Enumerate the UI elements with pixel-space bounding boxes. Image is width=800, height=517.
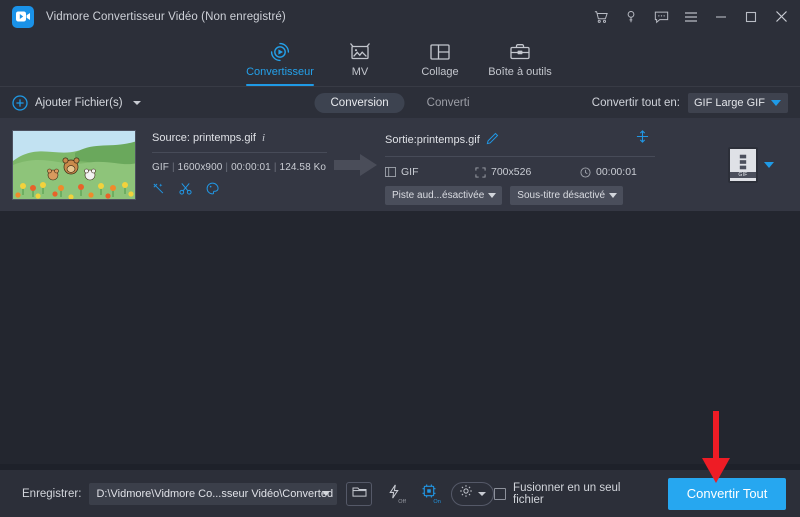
- save-path-label: Enregistrer:: [22, 487, 82, 500]
- source-actions: [152, 182, 327, 195]
- format-thumbnail[interactable]: GIF: [728, 146, 758, 183]
- gear-icon: [459, 484, 473, 503]
- output-filename: Sortie:printemps.gif: [385, 132, 655, 148]
- merge-label: Fusionner en un seul fichier: [513, 481, 621, 506]
- source-column: Source: printemps.gif i GIF | 1600x900 | 00:…: [152, 118, 327, 211]
- convert-all-format-select[interactable]: GIF Large GIF: [688, 92, 788, 113]
- divider: [152, 152, 327, 153]
- tab-convertisseur[interactable]: Convertisseur: [240, 33, 320, 86]
- source-resolution: 1600x900: [177, 162, 223, 173]
- main-nav: Convertisseur MV Collage Boîte à outils: [0, 33, 800, 86]
- merge-checkbox[interactable]: [494, 487, 507, 500]
- window-controls: [586, 0, 800, 33]
- output-format-item: GIF: [385, 166, 475, 178]
- source-filename: Source: printemps.gif i: [152, 132, 327, 144]
- info-icon[interactable]: i: [262, 132, 265, 144]
- window-title: Vidmore Convertisseur Vidéo (Non enregis…: [46, 10, 286, 23]
- close-icon[interactable]: [766, 0, 800, 33]
- chevron-down-icon: [478, 491, 487, 496]
- gpu-state-label: On: [433, 498, 442, 505]
- output-format-preview: GIF: [728, 146, 788, 183]
- convert-all-button[interactable]: Convertir Tout: [668, 477, 786, 510]
- pencil-icon[interactable]: [486, 132, 499, 148]
- convert-all-control: Convertir tout en: GIF Large GIF: [591, 92, 788, 113]
- save-path-value: D:\Vidmore\Vidmore Co...sseur Vidéo\Conv…: [96, 487, 334, 500]
- menu-icon[interactable]: [676, 0, 706, 33]
- output-selects: Piste aud...ésactivée Sous-titre désacti…: [385, 186, 655, 205]
- chevron-down-icon: [609, 193, 618, 198]
- tab-label: MV: [351, 66, 369, 78]
- convert-circle-icon: [269, 41, 291, 63]
- bottom-bar: Enregistrer: D:\Vidmore\Vidmore Co...sse…: [0, 470, 800, 517]
- output-column: Sortie:printemps.gif GIF 700x526 00:00:0…: [385, 118, 655, 211]
- tab-label: Boîte à outils: [488, 66, 552, 78]
- picture-frame-icon: [349, 41, 371, 63]
- maximize-icon[interactable]: [736, 0, 766, 33]
- output-meta: GIF 700x526 00:00:01: [385, 166, 655, 178]
- add-files-label: Ajouter Fichier(s): [35, 96, 123, 109]
- add-files-button[interactable]: Ajouter Fichier(s): [12, 94, 141, 111]
- tab-conversion[interactable]: Conversion: [314, 92, 405, 113]
- source-meta: GIF | 1600x900 | 00:00:01 | 124.58 Ko: [152, 162, 327, 173]
- magic-wand-icon[interactable]: [152, 182, 165, 195]
- tab-label: Collage: [421, 66, 459, 78]
- audio-track-select[interactable]: Piste aud...ésactivée: [385, 186, 503, 205]
- output-format: GIF: [401, 166, 419, 178]
- action-toolbar: Ajouter Fichier(s) Conversion Converti C…: [0, 86, 800, 118]
- output-duration: 00:00:01: [596, 166, 637, 178]
- minimize-icon[interactable]: [706, 0, 736, 33]
- tab-converti[interactable]: Converti: [411, 93, 486, 113]
- cart-icon[interactable]: [586, 0, 616, 33]
- key-icon[interactable]: [616, 0, 646, 33]
- palette-icon[interactable]: [206, 182, 219, 195]
- output-resolution: 700x526: [491, 166, 532, 178]
- title-bar: Vidmore Convertisseur Vidéo (Non enregis…: [0, 0, 800, 33]
- save-path-input[interactable]: D:\Vidmore\Vidmore Co...sseur Vidéo\Conv…: [89, 482, 338, 505]
- conversion-arrow-icon: [327, 152, 385, 178]
- output-resolution-item: 700x526: [475, 166, 580, 178]
- tab-mv[interactable]: MV: [320, 33, 400, 86]
- tab-collage[interactable]: Collage: [400, 33, 480, 86]
- settings-button[interactable]: [451, 481, 495, 506]
- output-filename-label: Sortie:printemps.gif: [385, 134, 480, 146]
- format-badge: GIF: [730, 171, 756, 178]
- file-row[interactable]: Source: printemps.gif i GIF | 1600x900 | 00:…: [0, 118, 800, 211]
- open-folder-button[interactable]: [346, 481, 373, 506]
- merge-option[interactable]: Fusionner en un seul fichier: [494, 482, 654, 506]
- hardware-accel-button[interactable]: Off: [381, 482, 407, 506]
- source-format: GIF: [152, 162, 169, 173]
- audio-track-value: Piste aud...ésactivée: [392, 190, 485, 201]
- source-size: 124.58 Ko: [279, 162, 327, 173]
- divider: [385, 156, 655, 157]
- subtitle-select[interactable]: Sous-titre désactivé: [510, 186, 624, 205]
- scissors-icon[interactable]: [179, 182, 192, 195]
- file-thumbnail: [12, 129, 136, 200]
- expand-icon[interactable]: [636, 130, 649, 148]
- conversion-segment-tabs: Conversion Converti: [314, 92, 486, 113]
- tab-label: Convertisseur: [246, 66, 314, 78]
- chevron-down-icon[interactable]: [764, 161, 774, 168]
- output-duration-item: 00:00:01: [580, 166, 637, 178]
- toolbox-icon: [509, 41, 531, 63]
- file-list-area: [0, 211, 800, 464]
- chevron-down-icon: [322, 491, 331, 496]
- convert-all-label: Convertir tout en:: [591, 96, 680, 109]
- folder-icon: [352, 485, 367, 503]
- plus-circle-icon: [12, 94, 28, 111]
- app-logo-icon: [12, 5, 34, 28]
- collage-grid-icon: [429, 41, 451, 63]
- feedback-icon[interactable]: [646, 0, 676, 33]
- subtitle-value: Sous-titre désactivé: [517, 190, 606, 201]
- gpu-accel-button[interactable]: On: [416, 481, 443, 506]
- chevron-down-icon[interactable]: [132, 100, 141, 105]
- convert-all-format-value: GIF Large GIF: [694, 96, 765, 109]
- chevron-down-icon: [488, 193, 497, 198]
- tab-boite-a-outils[interactable]: Boîte à outils: [480, 33, 560, 86]
- speed-state-label: Off: [398, 498, 407, 505]
- source-filename-label: Source: printemps.gif: [152, 132, 256, 144]
- chevron-down-icon: [771, 99, 781, 106]
- source-duration: 00:00:01: [231, 162, 271, 173]
